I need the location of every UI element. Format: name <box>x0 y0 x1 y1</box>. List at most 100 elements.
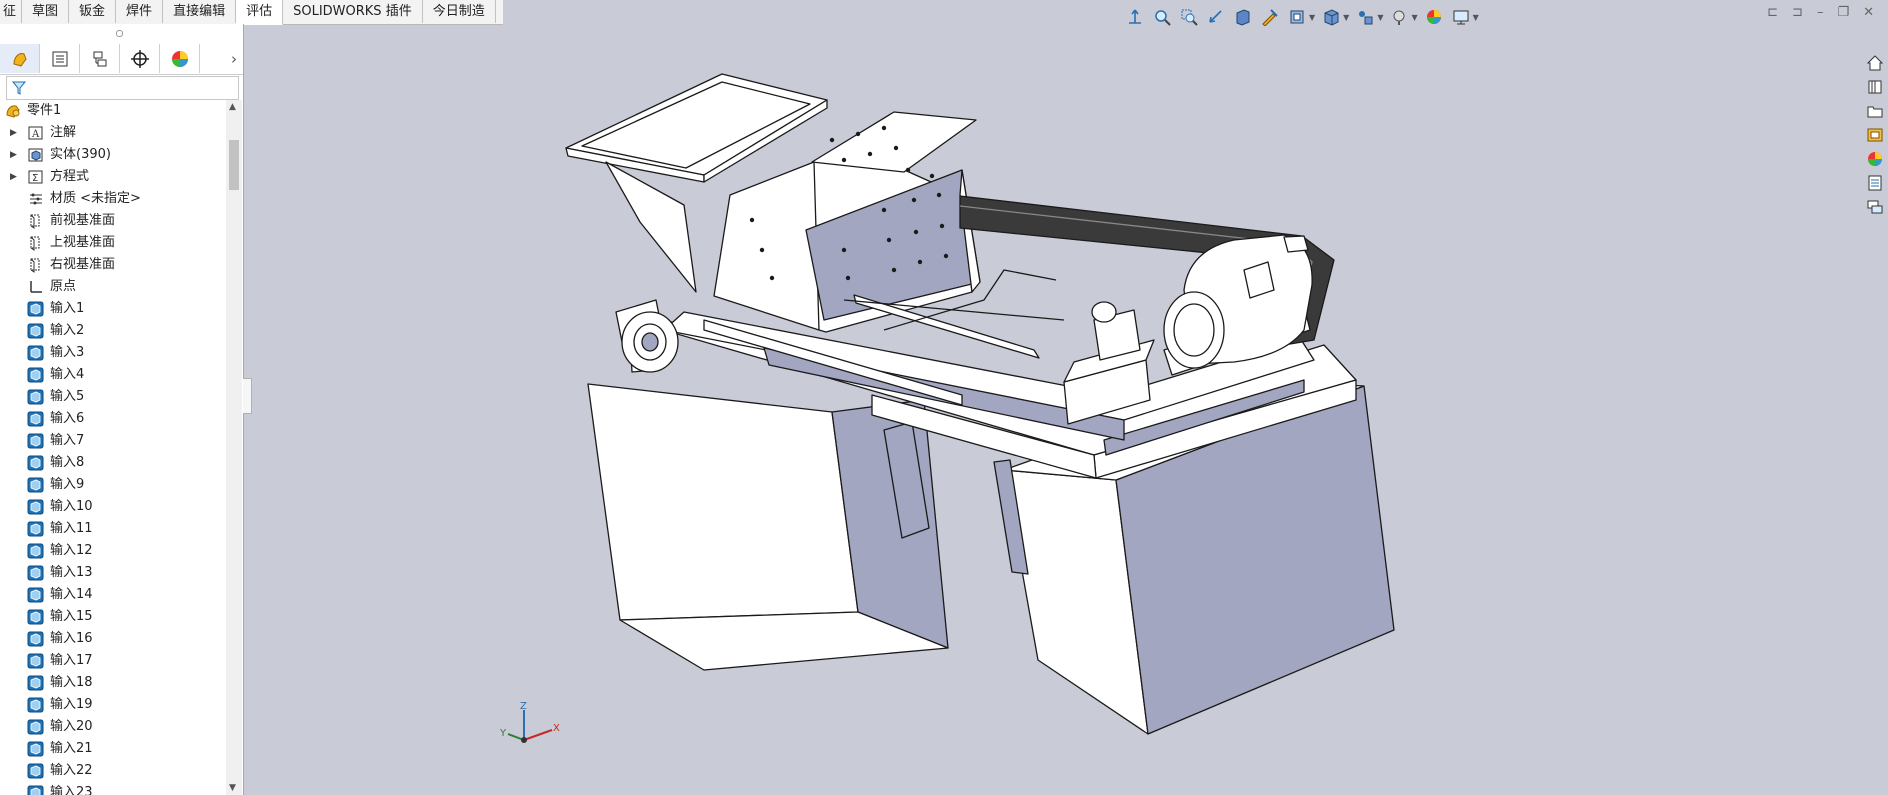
tree-scrollbar[interactable]: ▲ ▼ <box>226 100 242 795</box>
section-view-icon <box>1236 9 1250 26</box>
tree-item-label: 原点 <box>50 279 77 294</box>
graphics-area[interactable]: ▼ ▼ ▼ ▼ ▼ ⊏ ⊐ – ❐ ✕ Z X Y <box>244 0 1888 795</box>
view-setting-button[interactable] <box>1286 6 1308 28</box>
chevron-right-icon[interactable]: › <box>231 50 237 68</box>
tree-item-label: 输入7 <box>50 433 85 448</box>
tree-import-item[interactable]: 输入3 <box>0 342 225 364</box>
display-manager-tab[interactable] <box>160 44 200 73</box>
tree-import-item[interactable]: 输入14 <box>0 584 225 606</box>
tree-item-label: 输入1 <box>50 301 85 316</box>
expand-arrow-icon[interactable]: ▶ <box>10 166 17 188</box>
expand-arrow-icon[interactable]: ▶ <box>10 122 17 144</box>
tree-plane-1[interactable]: 上视基准面 <box>0 232 225 254</box>
left-pedestal <box>587 383 859 621</box>
chevron-down-icon[interactable]: ▼ <box>1377 13 1383 22</box>
tree-import-item[interactable]: 输入12 <box>0 540 225 562</box>
close-icon[interactable]: ✕ <box>1863 5 1874 20</box>
tree-item-label: 输入17 <box>50 653 93 668</box>
tree-item-material[interactable]: 材质 <未指定> <box>0 188 225 210</box>
display-manager-icon <box>171 50 188 67</box>
view-orientation-button[interactable] <box>1124 6 1146 28</box>
dimxpert-tab[interactable] <box>120 44 160 73</box>
scroll-up-icon[interactable]: ▲ <box>229 102 236 112</box>
tree-filter-input[interactable] <box>6 76 239 100</box>
tree-folder-2[interactable]: ▶ Σ 方程式 <box>0 166 225 188</box>
scrollbar-thumb[interactable] <box>229 140 239 190</box>
minimize-icon[interactable]: – <box>1817 5 1824 20</box>
restore-icon[interactable]: ❐ <box>1837 5 1849 20</box>
tree-import-item[interactable]: 输入13 <box>0 562 225 584</box>
tree-import-item[interactable]: 输入22 <box>0 760 225 782</box>
tree-import-item[interactable]: 输入4 <box>0 364 225 386</box>
dynamic-annotation-button[interactable] <box>1259 6 1281 28</box>
tree-import-item[interactable]: 输入20 <box>0 716 225 738</box>
hide-show-button[interactable] <box>1354 6 1376 28</box>
plane-icon <box>30 258 40 273</box>
tree-plane-0[interactable]: 前视基准面 <box>0 210 225 232</box>
tree-import-item[interactable]: 输入8 <box>0 452 225 474</box>
origin-icon <box>30 281 42 293</box>
import-body-icon <box>27 741 44 757</box>
tree-import-item[interactable]: 输入6 <box>0 408 225 430</box>
viewport-right-icon[interactable]: ⊐ <box>1792 5 1803 20</box>
forum-button[interactable] <box>1864 196 1886 218</box>
tree-folder-0[interactable]: ▶ A 注解 <box>0 122 225 144</box>
tree-import-item[interactable]: 输入7 <box>0 430 225 452</box>
tab-features[interactable]: 征 <box>0 0 23 23</box>
file-explorer-button[interactable] <box>1864 100 1886 122</box>
previous-view-button[interactable] <box>1205 6 1227 28</box>
triad-z-label: Z <box>520 701 527 712</box>
tree-root-part[interactable]: 零件1 <box>0 100 225 122</box>
expand-arrow-icon[interactable]: ▶ <box>10 144 17 166</box>
viewport-left-icon[interactable]: ⊏ <box>1767 5 1778 20</box>
crusher-cover <box>811 111 977 173</box>
appearances-button[interactable] <box>1864 148 1886 170</box>
tree-import-item[interactable]: 输入19 <box>0 694 225 716</box>
tree-import-item[interactable]: 输入11 <box>0 518 225 540</box>
tab-sketch[interactable]: 草图 <box>22 0 70 23</box>
chevron-down-icon[interactable]: ▼ <box>1473 13 1479 22</box>
tree-import-item[interactable]: 输入9 <box>0 474 225 496</box>
feature-manager-panel: › 零件1 ▶ A 注解 ▶ 实体(390) ▶ Σ 方程式 材质 <未指定> 前视基准面 上视… <box>0 24 244 795</box>
tree-import-item[interactable]: 输入16 <box>0 628 225 650</box>
zoom-to-area-button[interactable] <box>1178 6 1200 28</box>
configuration-tab[interactable] <box>80 44 120 73</box>
tree-import-item[interactable]: 输入5 <box>0 386 225 408</box>
tree-import-item[interactable]: 输入23 <box>0 782 225 795</box>
propertymanager-tab[interactable] <box>40 44 80 73</box>
import-body-icon <box>27 609 44 625</box>
tree-import-item[interactable]: 输入10 <box>0 496 225 518</box>
apply-scene-button[interactable] <box>1423 6 1445 28</box>
custom-properties-button[interactable] <box>1864 172 1886 194</box>
tree-folder-1[interactable]: ▶ 实体(390) <box>0 144 225 166</box>
import-body-icon <box>27 345 44 361</box>
tree-item-origin[interactable]: 原点 <box>0 276 225 298</box>
featuremanager-tab[interactable] <box>0 44 40 73</box>
chevron-down-icon[interactable]: ▼ <box>1309 13 1315 22</box>
scroll-down-icon[interactable]: ▼ <box>229 783 236 793</box>
tab-weldments[interactable]: 焊件 <box>116 0 164 23</box>
design-library-button[interactable] <box>1864 76 1886 98</box>
tab-sheet-metal[interactable]: 钣金 <box>69 0 117 23</box>
tree-import-item[interactable]: 输入18 <box>0 672 225 694</box>
view-palette-button[interactable] <box>1864 124 1886 146</box>
tree-plane-2[interactable]: 右视基准面 <box>0 254 225 276</box>
chevron-down-icon[interactable]: ▼ <box>1343 13 1349 22</box>
import-body-icon <box>27 565 44 581</box>
import-body-icon <box>27 477 44 493</box>
tree-item-label: 输入14 <box>50 587 93 602</box>
panel-grip-icon[interactable] <box>116 30 123 37</box>
tree-import-item[interactable]: 输入2 <box>0 320 225 342</box>
tree-import-item[interactable]: 输入21 <box>0 738 225 760</box>
edit-appearance-button[interactable] <box>1388 6 1410 28</box>
display-style-button[interactable] <box>1320 6 1342 28</box>
solidworks-resources-button[interactable] <box>1864 52 1886 74</box>
view-display-button[interactable] <box>1450 6 1472 28</box>
zoom-to-fit-button[interactable] <box>1151 6 1173 28</box>
section-view-button[interactable] <box>1232 6 1254 28</box>
tab-direct-editing[interactable]: 直接编辑 <box>163 0 237 23</box>
tree-import-item[interactable]: 输入15 <box>0 606 225 628</box>
tree-import-item[interactable]: 输入1 <box>0 298 225 320</box>
chevron-down-icon[interactable]: ▼ <box>1411 13 1417 22</box>
tree-import-item[interactable]: 输入17 <box>0 650 225 672</box>
